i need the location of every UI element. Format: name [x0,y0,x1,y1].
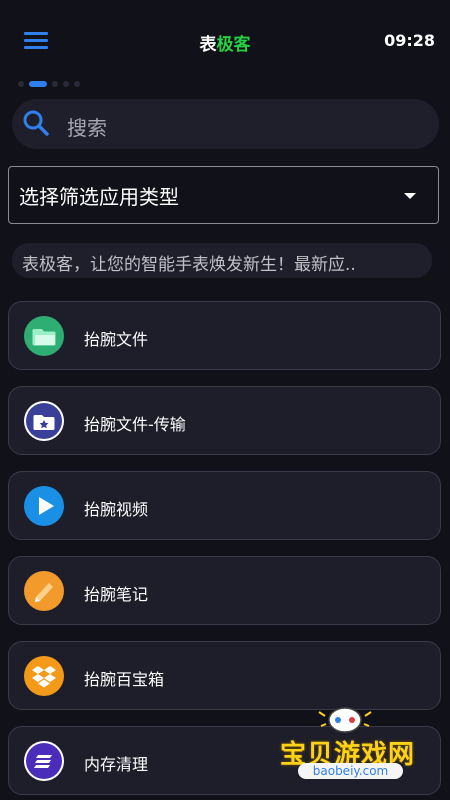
notice-banner: 表极客，让您的智能手表焕发新生！最新应.. [12,243,432,278]
app-row-wrist-files[interactable]: 抬腕文件 [8,301,441,370]
folder-star-icon [24,401,64,441]
watermark-logo: 宝贝游戏网 baobeiy.com [270,700,440,790]
app-name: 内存清理 [84,755,149,774]
app-row-wrist-files-transfer[interactable]: 抬腕文件-传输 [8,386,441,455]
carousel-dot [74,81,80,87]
clock: 09:28 [384,31,435,50]
app-row-wrist-notes[interactable]: 抬腕笔记 [8,556,441,625]
app-type-filter-select[interactable]: 选择筛选应用类型 [8,166,439,224]
search-icon [23,110,49,136]
app-title-part2: 极客 [216,35,251,55]
app-name: 抬腕文件 [84,330,149,349]
carousel-dot [18,81,24,87]
app-name: 抬腕文件-传输 [84,415,186,434]
carousel-dot-active [29,81,47,87]
search-input[interactable]: 搜索 [12,99,439,149]
play-icon [24,486,64,526]
pencil-icon [24,571,64,611]
caret-down-icon [404,193,416,199]
app-title: 表极客 [0,30,450,55]
app-name: 抬腕视频 [84,500,149,519]
top-bar: 表极客 09:28 [0,0,450,80]
carousel-dot [63,81,69,87]
search-placeholder: 搜索 [67,116,107,140]
carousel-indicator [18,80,80,88]
gamepad-icon [318,707,372,733]
app-name: 抬腕百宝箱 [84,670,165,689]
app-name: 抬腕笔记 [84,585,149,604]
notice-text: 表极客，让您的智能手表焕发新生！最新应.. [22,255,356,275]
app-title-part1: 表 [199,35,217,55]
filter-label: 选择筛选应用类型 [19,185,179,209]
app-row-wrist-video[interactable]: 抬腕视频 [8,471,441,540]
watermark-url: baobeiy.com [298,763,403,779]
lines-icon [24,741,64,781]
folder-icon [24,316,64,356]
carousel-dot [52,81,58,87]
dropbox-icon [24,656,64,696]
